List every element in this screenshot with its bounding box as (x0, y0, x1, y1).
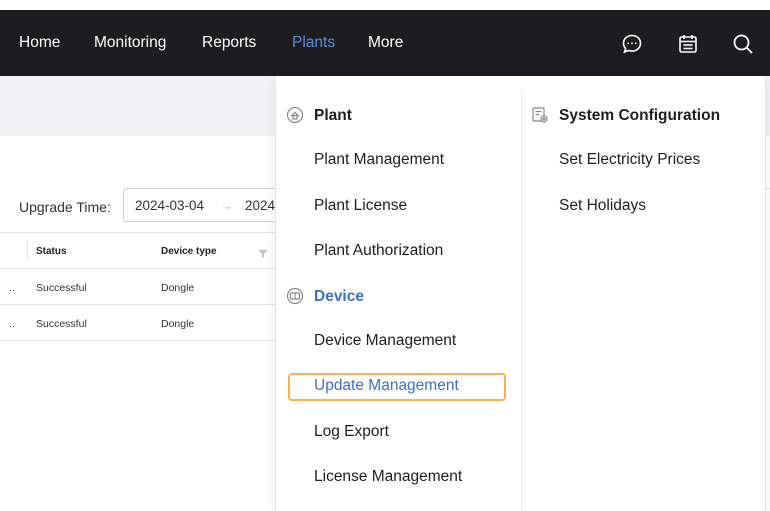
menu-plant-management[interactable]: Plant Management (314, 151, 444, 169)
start-date-value[interactable]: 2024-03-04 (135, 198, 204, 213)
chat-icon[interactable] (620, 32, 644, 56)
menu-update-management[interactable]: Update Management (314, 377, 459, 395)
row-prefix: .. (9, 318, 15, 330)
system-configuration-title: System Configuration (559, 107, 721, 124)
status-cell: Successful (36, 282, 87, 294)
device-type-cell: Dongle (161, 282, 195, 294)
calendar-icon[interactable] (676, 32, 700, 56)
menu-license-management[interactable]: License Management (314, 468, 462, 486)
system-configuration-icon (531, 106, 549, 124)
filter-icon[interactable] (257, 246, 269, 258)
nav-plants[interactable]: Plants (292, 10, 335, 76)
upgrade-time-label: Upgrade Time: (19, 199, 111, 215)
search-icon[interactable] (731, 32, 755, 56)
device-type-cell: Dongle (161, 318, 195, 330)
column-separator (27, 240, 28, 260)
device-icon (286, 287, 304, 305)
column-header-device-type: Device type (161, 246, 217, 257)
menu-plant-authorization[interactable]: Plant Authorization (314, 242, 443, 260)
nav-more[interactable]: More (368, 10, 403, 76)
end-date-value[interactable]: 2024 (245, 198, 275, 213)
menu-device-management[interactable]: Device Management (314, 332, 456, 350)
table-top-border (0, 232, 275, 233)
table-header-border (0, 268, 275, 269)
row-prefix: .. (9, 282, 15, 294)
nav-home[interactable]: Home (19, 10, 60, 76)
range-arrow-icon: → (220, 198, 233, 213)
menu-set-electricity-prices[interactable]: Set Electricity Prices (559, 151, 700, 169)
row-divider (0, 304, 275, 305)
menu-column-divider (521, 90, 522, 511)
row-divider (0, 340, 275, 341)
status-cell: Successful (36, 318, 87, 330)
plant-section-title: Plant (314, 107, 352, 124)
table-edge-line (766, 188, 770, 189)
menu-plant-license[interactable]: Plant License (314, 197, 407, 215)
menu-set-holidays[interactable]: Set Holidays (559, 197, 646, 215)
nav-monitoring[interactable]: Monitoring (94, 10, 166, 76)
nav-reports[interactable]: Reports (202, 10, 256, 76)
plant-icon (286, 106, 304, 124)
plants-dropdown-menu: Plant Plant Management Plant License Pla… (275, 76, 766, 511)
column-header-status: Status (36, 246, 67, 257)
device-section-title: Device (314, 288, 364, 305)
top-nav: Home Monitoring Reports Plants More (0, 10, 770, 76)
menu-log-export[interactable]: Log Export (314, 423, 389, 441)
